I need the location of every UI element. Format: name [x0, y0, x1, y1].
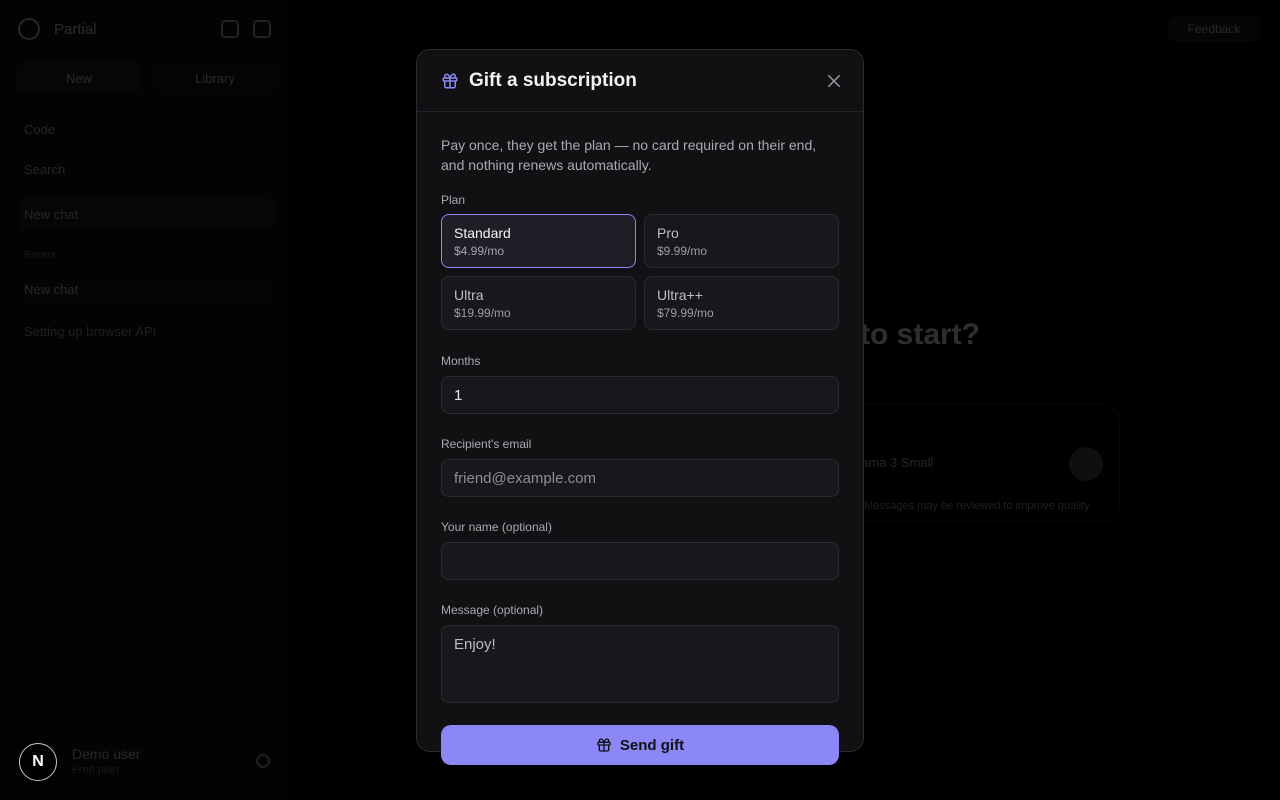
sidebar-header: Partial — [18, 16, 271, 42]
months-input[interactable] — [441, 376, 839, 414]
chat-item[interactable]: Setting up browser API — [24, 324, 272, 339]
library-button-label: Library — [195, 70, 235, 86]
chat-item[interactable]: New chat — [24, 278, 272, 301]
message-field[interactable]: Enjoy! — [441, 625, 839, 703]
plan-price: $9.99/mo — [657, 244, 708, 258]
sidebar-item-new-chat[interactable]: New chat — [18, 198, 274, 230]
plan-name: Ultra++ — [657, 287, 703, 303]
feedback-button-label: Feedback — [1187, 22, 1241, 36]
plan-options: Standard $4.99/mo Pro $9.99/mo Ultra $19… — [441, 214, 839, 330]
plan-option-ultra-plus-plus[interactable]: Ultra++ $79.99/mo — [644, 276, 839, 330]
library-button[interactable]: Library — [152, 62, 278, 94]
dialog-title: Gift a subscription — [469, 69, 637, 91]
sidebar-item-code[interactable]: Code — [24, 118, 274, 140]
app-name: Partial — [54, 20, 97, 38]
gift-subscription-dialog: Gift a subscription Pay once, they get t… — [416, 49, 864, 765]
sidebar-item-label: Search — [24, 161, 66, 177]
avatar[interactable]: N — [19, 743, 57, 781]
plan-price: $79.99/mo — [657, 306, 714, 320]
plan-name: Pro — [657, 225, 679, 241]
recipient-email-field[interactable] — [441, 459, 839, 497]
gift-icon — [596, 737, 612, 753]
your-name-label: Your name (optional) — [441, 520, 552, 534]
composer-note: Messages may be reviewed to improve qual… — [864, 500, 1090, 512]
close-icon[interactable] — [825, 72, 843, 90]
message-label: Message (optional) — [441, 603, 544, 617]
dialog-description: Pay once, they get the plan — no card re… — [441, 137, 817, 173]
plan-price: $19.99/mo — [454, 306, 511, 320]
send-message-button[interactable] — [1069, 447, 1103, 481]
settings-icon[interactable] — [253, 20, 271, 38]
app-logo-icon — [18, 18, 40, 40]
user-plan: Free plan — [72, 764, 119, 776]
your-name-field[interactable] — [441, 542, 839, 580]
dialog-body: Pay once, they get the plan — no card re… — [441, 112, 839, 765]
sidebar-item-search[interactable]: Search — [24, 158, 274, 180]
new-button[interactable]: New — [16, 62, 142, 94]
send-gift-button[interactable]: Send gift — [441, 725, 839, 765]
user-name: Demo user — [72, 746, 141, 762]
user-menu-icon[interactable] — [256, 754, 270, 768]
plan-option-standard[interactable]: Standard $4.99/mo — [441, 214, 636, 268]
plan-option-pro[interactable]: Pro $9.99/mo — [644, 214, 839, 268]
send-gift-label: Send gift — [619, 736, 685, 754]
search-icon[interactable] — [221, 20, 239, 38]
gift-icon — [441, 72, 459, 90]
sidebar-item-label: New chat — [24, 206, 79, 222]
plan-label: Plan — [441, 193, 466, 207]
plan-option-ultra[interactable]: Ultra $19.99/mo — [441, 276, 636, 330]
sidebar-section-label: Recent — [24, 250, 56, 261]
new-button-label: New — [65, 70, 92, 86]
sidebar: Partial New Library Code Search New chat… — [0, 0, 288, 800]
dialog-header: Gift a subscription — [417, 50, 863, 112]
plan-name: Standard — [454, 225, 511, 241]
feedback-button[interactable]: Feedback — [1168, 16, 1260, 42]
email-label: Recipient's email — [441, 437, 532, 451]
sidebar-item-label: Code — [24, 121, 56, 137]
plan-price: $4.99/mo — [454, 244, 505, 258]
user-profile[interactable]: Demo user Free plan — [20, 742, 270, 780]
plan-name: Ultra — [454, 287, 484, 303]
months-label: Months — [441, 354, 481, 368]
sidebar-nav: Code Search New chat — [18, 118, 274, 248]
